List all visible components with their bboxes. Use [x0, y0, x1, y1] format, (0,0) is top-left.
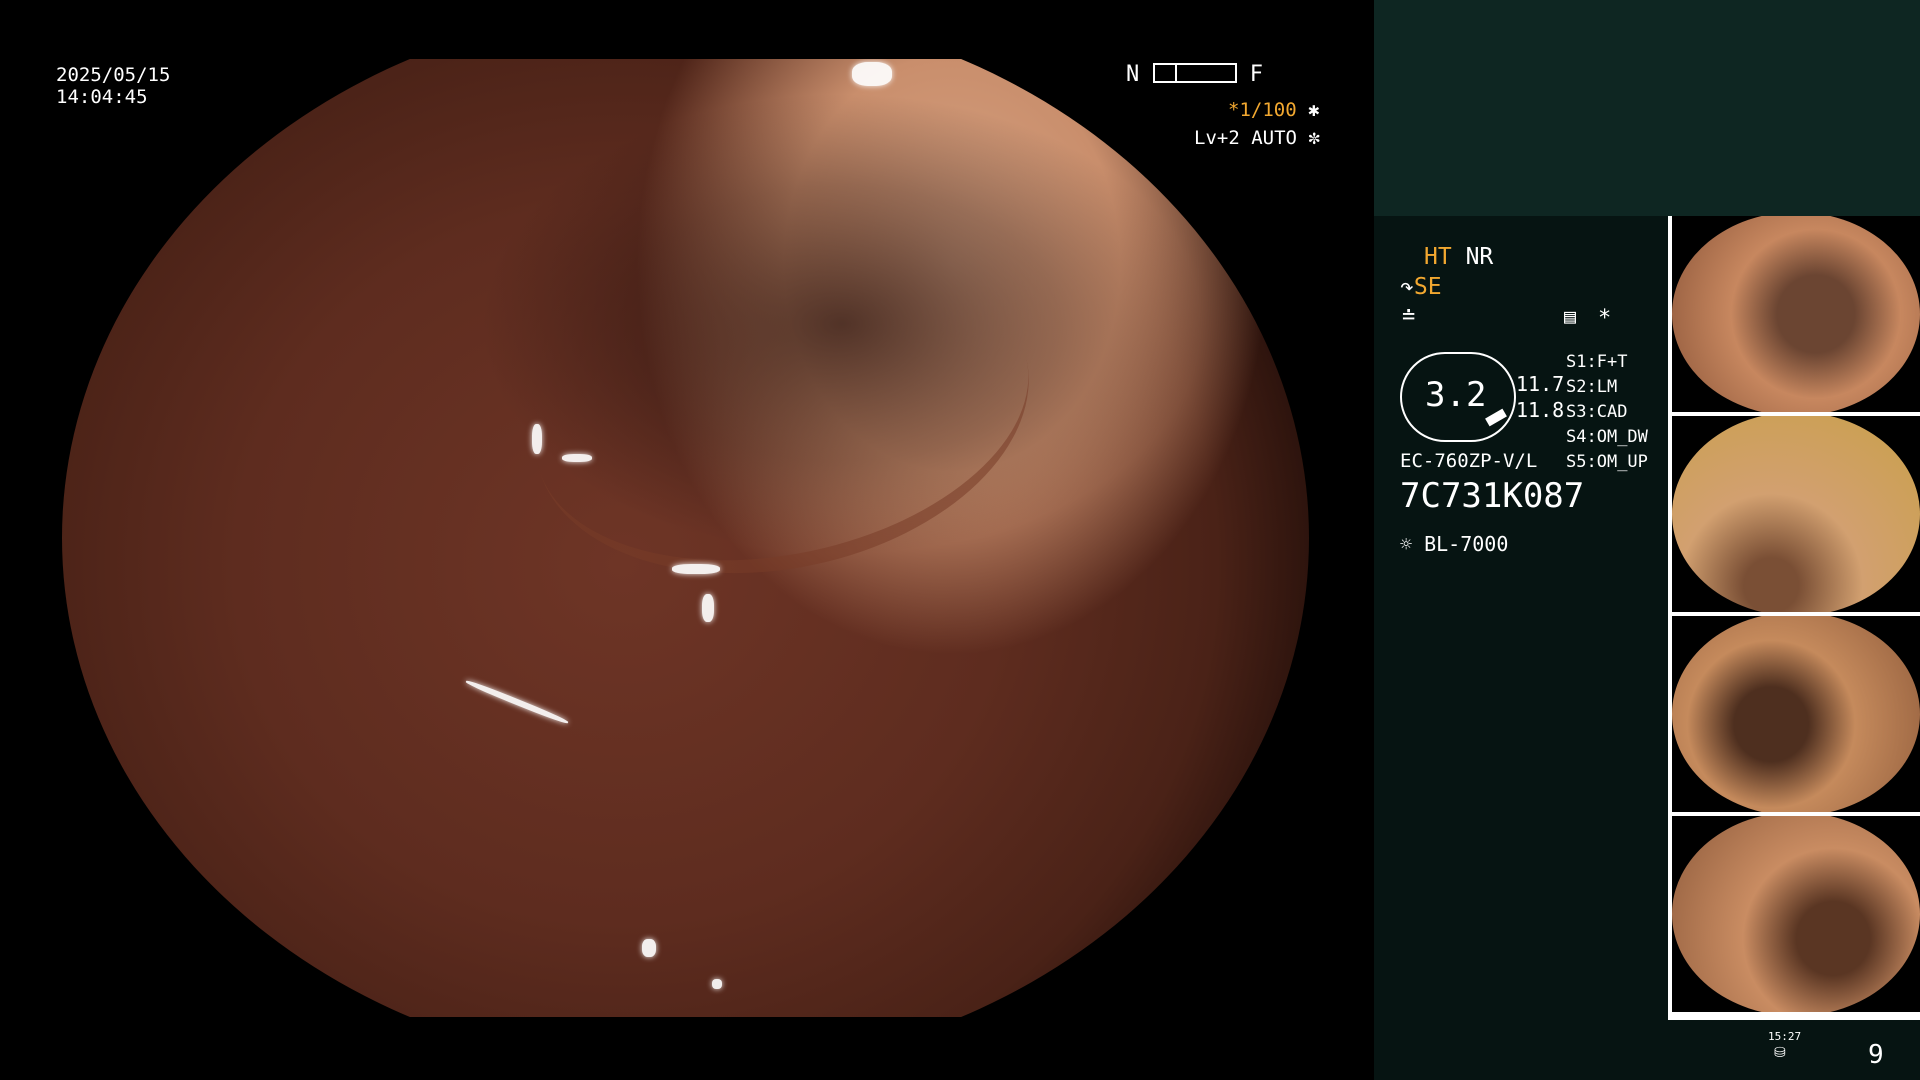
specular-highlight	[464, 678, 570, 726]
structure-icon: ▤	[1564, 304, 1577, 328]
thumbnail-2[interactable]	[1672, 416, 1920, 612]
switch-value: OM_DW	[1596, 427, 1648, 447]
specular-highlight	[712, 979, 722, 989]
specular-highlight	[562, 454, 592, 462]
image-count: 9	[1868, 1040, 1884, 1070]
focus-indicator: N F	[1126, 62, 1263, 87]
exposure-level: Lv+2	[1194, 127, 1240, 149]
specular-highlight	[702, 594, 714, 622]
specular-highlight	[642, 939, 656, 957]
endoscopic-view	[62, 59, 1309, 1017]
enhancement-se: ↷SE	[1400, 274, 1442, 300]
switch-key: S5:	[1566, 452, 1597, 472]
magnification-text: *1/100	[1228, 99, 1297, 121]
thumbnail-3[interactable]	[1672, 616, 1920, 812]
focus-bar	[1152, 63, 1237, 83]
switch-s4: S4:OM_DW	[1566, 425, 1648, 450]
shutter-icon: ✱	[1308, 99, 1320, 121]
focus-near-label: N	[1126, 62, 1140, 87]
ht-label: HT	[1424, 244, 1452, 270]
scope-angle-icon: ↷	[1400, 274, 1414, 300]
scope-image	[62, 59, 1309, 1017]
light-source: ☼ BL-7000	[1400, 532, 1508, 556]
switch-key: S3:	[1566, 402, 1597, 422]
thumbnail-image	[1672, 216, 1920, 412]
exposure: Lv+2 AUTO ✼	[1194, 127, 1320, 149]
storage-icon: ⛁	[1774, 1045, 1786, 1061]
footer-time: 15:27	[1768, 1030, 1802, 1043]
scope-serial: 7C731K087	[1400, 476, 1585, 516]
exposure-mode: AUTO	[1251, 127, 1297, 149]
scope-model: EC-760ZP-V/L	[1400, 450, 1538, 472]
thumbnail-4[interactable]	[1672, 816, 1920, 1012]
light-source-label: BL-7000	[1424, 532, 1509, 556]
switch-value: LM	[1596, 377, 1618, 397]
gauge-bottom-value: 11.8	[1516, 398, 1565, 422]
thumbnail-1[interactable]	[1672, 216, 1920, 412]
switch-s2: S2:LM	[1566, 375, 1648, 400]
specular-highlight	[672, 564, 720, 574]
magnification: *1/100 ✱	[1228, 99, 1320, 121]
se-label: SE	[1413, 274, 1442, 300]
specular-highlight	[852, 62, 892, 86]
nr-label: NR	[1465, 244, 1494, 270]
info-panel-top	[1374, 0, 1920, 216]
specular-highlight	[532, 424, 542, 454]
switch-s3: S3:CAD	[1566, 400, 1648, 425]
thumbnail-image	[1672, 416, 1920, 612]
switch-list: S1:F+T S2:LM S3:CAD S4:OM_DW S5:OM_UP	[1566, 350, 1648, 475]
switch-value: OM_UP	[1596, 452, 1648, 472]
auto-iris-icon: ✼	[1308, 127, 1320, 149]
lamp-icon: ☼	[1400, 532, 1413, 556]
datetime: 2025/05/15 14:04:45	[56, 64, 170, 108]
edge-icon: ≐	[1402, 304, 1416, 329]
focus-far-label: F	[1249, 62, 1263, 87]
mucosal-fold	[504, 205, 1060, 617]
star-label: *	[1598, 306, 1612, 331]
switch-value: F+T	[1596, 352, 1628, 372]
thumbnail-image	[1672, 616, 1920, 812]
thumbnail-image	[1672, 816, 1920, 1012]
switch-key: S1:	[1566, 352, 1597, 372]
focus-marker	[1174, 63, 1177, 83]
switch-key: S2:	[1566, 377, 1597, 397]
switch-s1: S1:F+T	[1566, 350, 1648, 375]
gauge-top-value: 11.7	[1516, 372, 1565, 396]
date-text: 2025/05/15	[56, 64, 171, 86]
enhancement-ht-nr: HT NR	[1424, 244, 1493, 270]
switch-value: CAD	[1596, 402, 1628, 422]
time-text: 14:04:45	[56, 86, 148, 108]
switch-s5: S5:OM_UP	[1566, 450, 1648, 475]
gauge-value: 3.2	[1425, 375, 1487, 415]
switch-key: S4:	[1566, 427, 1597, 447]
